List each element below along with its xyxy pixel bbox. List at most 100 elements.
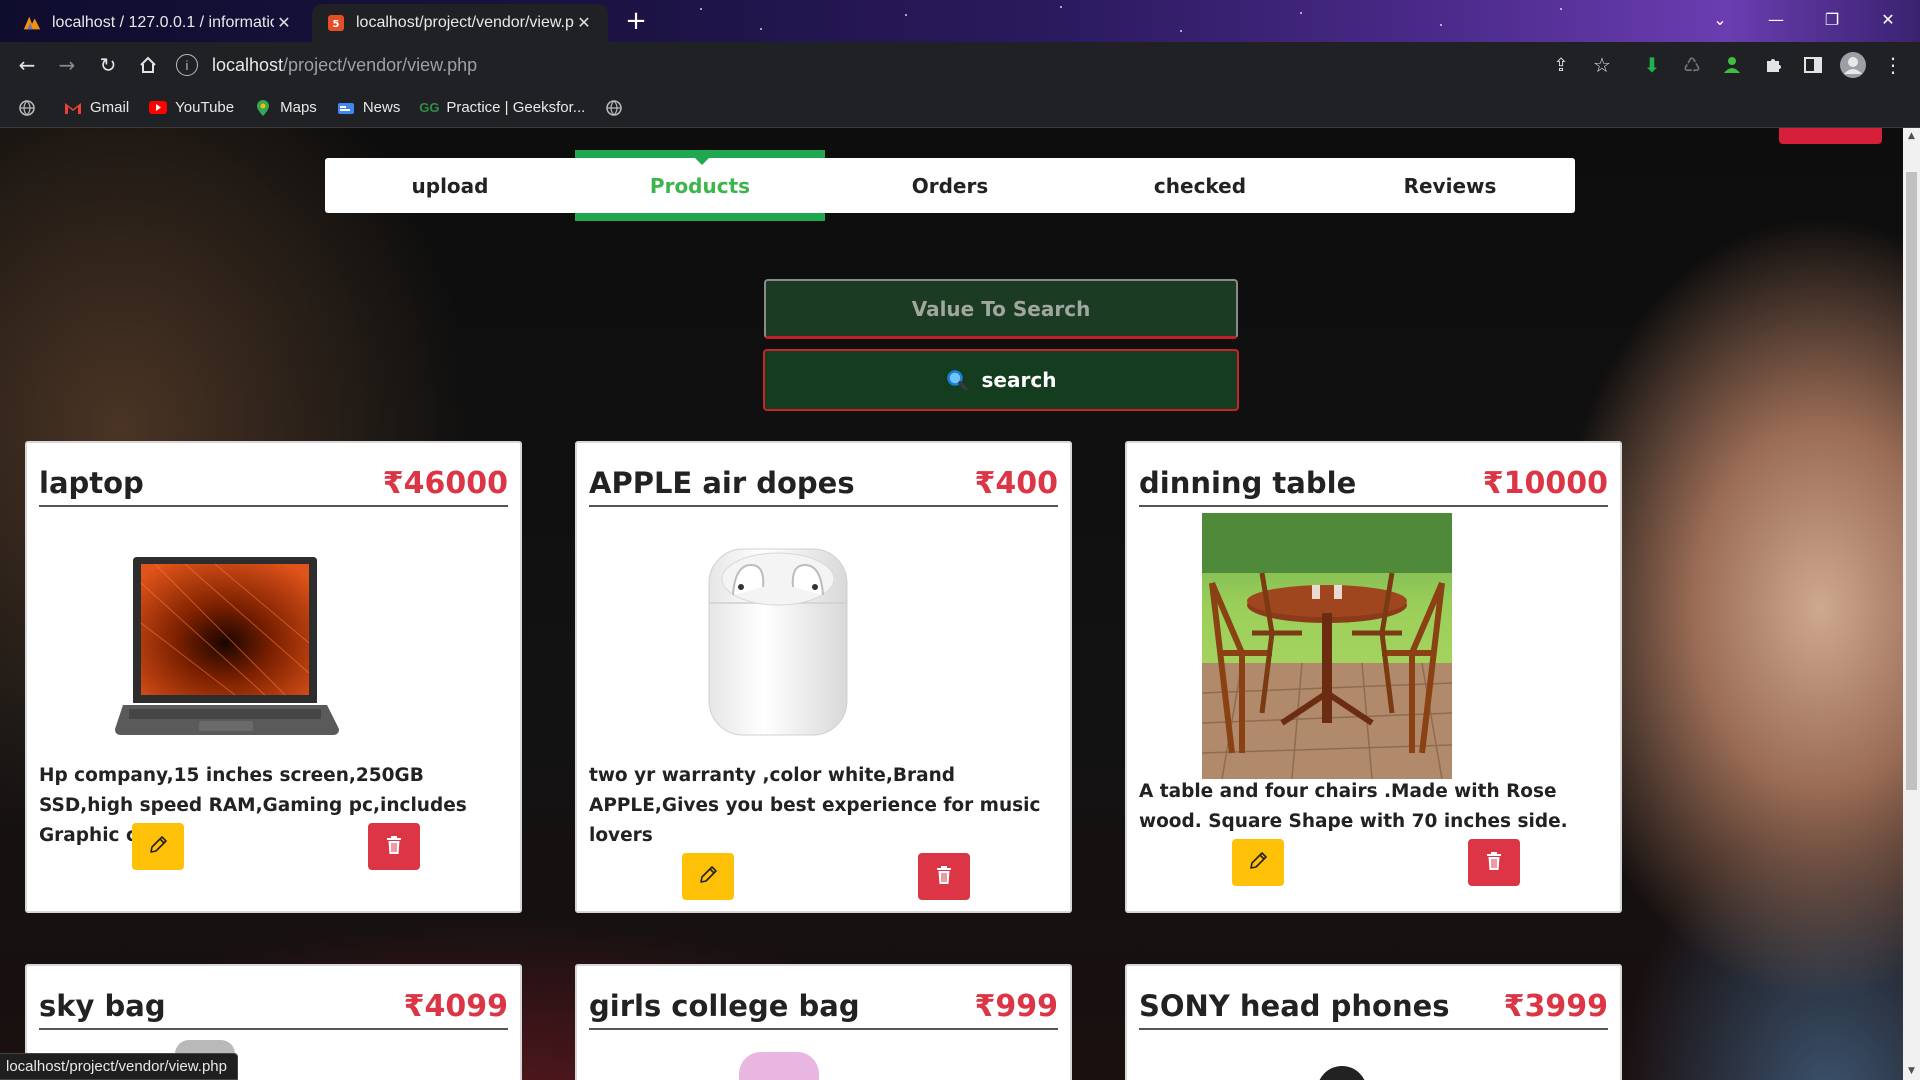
vendor-nav: upload Products Orders checked Reviews — [325, 158, 1575, 213]
profile-avatar-icon[interactable] — [1838, 50, 1868, 80]
svg-text:5: 5 — [333, 19, 340, 30]
product-price: ₹4099 — [403, 988, 508, 1024]
product-price: ₹999 — [974, 988, 1059, 1024]
nav-reviews[interactable]: Reviews — [1325, 158, 1575, 213]
bookmark-geeksforgeeks[interactable]: GG Practice | Geeksfor... — [419, 99, 586, 117]
back-icon[interactable]: ← — [12, 50, 42, 80]
laptop-image — [115, 553, 341, 743]
more-menu-icon[interactable]: ⋮ — [1878, 50, 1908, 80]
bookmark-news[interactable]: News — [337, 99, 400, 117]
product-header: laptop ₹46000 — [39, 461, 508, 507]
bookmark-globe[interactable] — [18, 99, 44, 117]
edit-button[interactable] — [132, 823, 184, 870]
nav-orders[interactable]: Orders — [825, 158, 1075, 213]
side-panel-icon[interactable] — [1798, 50, 1828, 80]
browser-toolbar: ← → ↻ i localhost/project/vendor/view.ph… — [0, 42, 1920, 88]
trash-icon — [1486, 851, 1502, 875]
bookmark-maps[interactable]: Maps — [254, 99, 317, 117]
tab-title: localhost/project/vendor/view.php — [356, 14, 574, 31]
home-icon[interactable] — [133, 50, 163, 80]
delete-button[interactable] — [918, 853, 970, 900]
dining-table-image — [1201, 513, 1453, 783]
product-name: dinning table — [1139, 466, 1357, 500]
news-icon — [337, 99, 355, 117]
tab-title: localhost / 127.0.0.1 / information — [52, 14, 274, 31]
trash-icon — [936, 865, 952, 889]
product-price: ₹46000 — [382, 465, 508, 501]
pencil-icon — [698, 865, 718, 889]
product-header: sky bag ₹4099 — [39, 984, 508, 1030]
bookmark-star-icon[interactable]: ☆ — [1587, 50, 1617, 80]
product-card: SONY head phones ₹3999 — [1125, 964, 1622, 1080]
search-button-label: search — [981, 368, 1057, 392]
edit-button[interactable] — [1232, 839, 1284, 886]
bookmark-label: YouTube — [175, 99, 235, 116]
browser-tab-strip: localhost / 127.0.0.1 / information ✕ 5 … — [0, 0, 1920, 42]
bookmark-globe-2[interactable] — [605, 99, 631, 117]
reload-icon[interactable]: ↻ — [93, 50, 123, 80]
pencil-icon — [1248, 851, 1268, 875]
url-path: /project/vendor/view.php — [283, 54, 478, 75]
bookmarks-bar: Gmail YouTube Maps News GG Practice | Ge… — [0, 88, 1920, 128]
scroll-up-icon[interactable]: ▲ — [1903, 128, 1920, 145]
bookmark-label: Maps — [280, 99, 317, 116]
close-tab-icon[interactable]: ✕ — [574, 13, 594, 33]
geeksforgeeks-icon: GG — [419, 100, 440, 115]
youtube-icon — [149, 99, 168, 117]
delete-button[interactable] — [1468, 839, 1520, 886]
globe-icon — [605, 99, 623, 117]
nav-checked[interactable]: checked — [1075, 158, 1325, 213]
search-input[interactable] — [764, 279, 1238, 339]
close-window-icon[interactable]: ✕ — [1860, 0, 1916, 38]
product-price: ₹10000 — [1482, 465, 1608, 501]
active-tab-caret — [695, 158, 709, 165]
puzzle-extensions-icon[interactable] — [1758, 50, 1788, 80]
restore-icon[interactable]: ❐ — [1804, 0, 1860, 38]
recycle-extension-icon[interactable]: ♺ — [1677, 50, 1707, 80]
nav-products[interactable]: Products — [575, 158, 825, 213]
pencil-icon — [148, 835, 168, 859]
download-icon[interactable]: ⬇ — [1637, 50, 1667, 80]
close-tab-icon[interactable]: ✕ — [274, 13, 294, 33]
gmail-icon — [64, 99, 82, 117]
magnifier-icon — [946, 369, 968, 391]
new-tab-icon[interactable]: + — [622, 8, 650, 36]
edit-button[interactable] — [682, 853, 734, 900]
headphones-image — [1317, 1066, 1367, 1080]
maps-icon — [254, 99, 272, 117]
minimize-icon[interactable]: — — [1748, 0, 1804, 38]
product-header: dinning table ₹10000 — [1139, 461, 1608, 507]
product-name: girls college bag — [589, 989, 860, 1023]
active-tab-indicator-bottom — [575, 213, 825, 221]
address-bar[interactable]: i localhost/project/vendor/view.php — [176, 47, 1576, 83]
product-card: dinning table ₹10000 A table and four ch… — [1125, 441, 1622, 913]
product-header: SONY head phones ₹3999 — [1139, 984, 1608, 1030]
link-status-tooltip: localhost/project/vendor/view.php — [0, 1053, 238, 1080]
bookmark-gmail[interactable]: Gmail — [64, 99, 129, 117]
delete-button[interactable] — [368, 823, 420, 870]
search-button[interactable]: search — [763, 349, 1239, 411]
logout-button[interactable] — [1779, 128, 1882, 144]
share-icon[interactable]: ⇪ — [1546, 50, 1576, 80]
product-card: girls college bag ₹999 — [575, 964, 1072, 1080]
product-card: APPLE air dopes ₹400 two yr warranty ,co… — [575, 441, 1072, 913]
active-tab-indicator-top — [575, 150, 825, 158]
bookmark-label: Practice | Geeksfor... — [446, 99, 586, 116]
scroll-down-icon[interactable]: ▼ — [1903, 1063, 1920, 1080]
tab-search-icon[interactable]: ⌄ — [1692, 0, 1748, 38]
browser-tab-view[interactable]: 5 localhost/project/vendor/view.php ✕ — [312, 4, 608, 42]
bookmark-label: Gmail — [90, 99, 130, 116]
url-host: localhost — [212, 54, 284, 75]
product-name: sky bag — [39, 989, 166, 1023]
forward-icon[interactable]: → — [52, 50, 82, 80]
site-info-icon[interactable]: i — [176, 54, 198, 76]
scroll-thumb[interactable] — [1906, 172, 1917, 790]
nav-upload[interactable]: upload — [325, 158, 575, 213]
page-viewport: upload Products Orders checked Reviews s… — [0, 128, 1903, 1080]
page-scrollbar[interactable]: ▲ ▼ — [1903, 128, 1920, 1080]
extension-person-icon[interactable] — [1717, 50, 1747, 80]
browser-tab-phpmyadmin[interactable]: localhost / 127.0.0.1 / information ✕ — [8, 4, 308, 42]
globe-icon — [18, 99, 36, 117]
earbuds-image — [705, 543, 851, 743]
bookmark-youtube[interactable]: YouTube — [149, 99, 234, 117]
